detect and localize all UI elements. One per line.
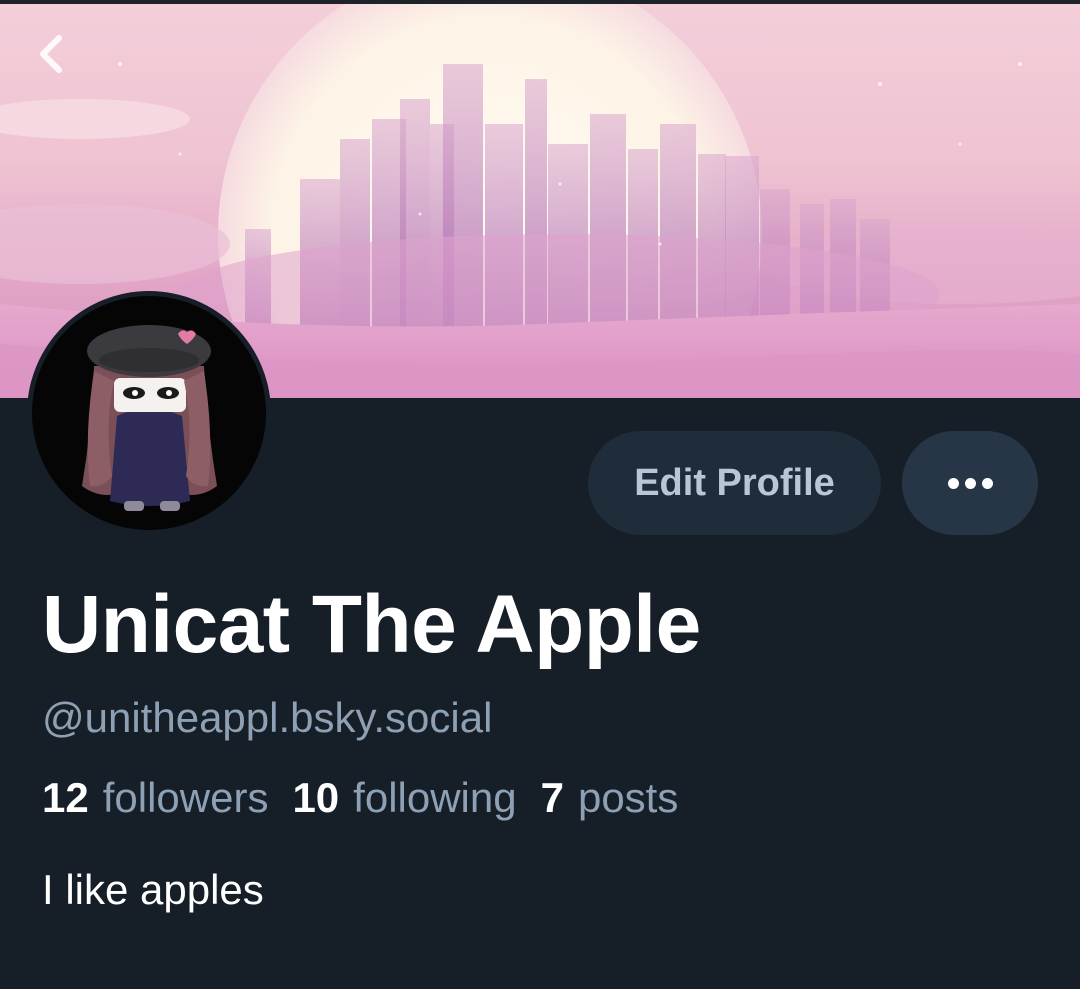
following-label: following	[353, 774, 517, 821]
followers-count: 12	[42, 774, 89, 821]
followers-stat-link[interactable]: 12 followers	[42, 774, 268, 822]
edit-profile-button[interactable]: Edit Profile	[588, 431, 881, 535]
chevron-left-icon	[40, 35, 62, 73]
profile-stats: 12 followers 10 following 7 posts	[42, 774, 702, 822]
posts-count: 7	[540, 774, 564, 821]
following-count: 10	[292, 774, 340, 821]
avatar-image	[32, 296, 266, 530]
profile-page: Edit Profile Unicat The Apple @unitheapp…	[0, 0, 1080, 989]
more-options-button[interactable]	[902, 431, 1038, 535]
ellipsis-icon	[945, 477, 996, 489]
posts-stat: 7 posts	[541, 774, 679, 822]
display-name: Unicat The Apple	[42, 579, 701, 670]
profile-handle: @unitheappl.bsky.social	[42, 694, 493, 741]
avatar-illustration	[82, 325, 217, 511]
followers-label: followers	[102, 774, 269, 821]
avatar[interactable]	[27, 291, 271, 535]
profile-bio: I like apples	[42, 866, 264, 913]
following-stat-link[interactable]: 10 following	[292, 774, 516, 822]
back-button[interactable]	[28, 30, 72, 78]
posts-label: posts	[577, 774, 679, 821]
